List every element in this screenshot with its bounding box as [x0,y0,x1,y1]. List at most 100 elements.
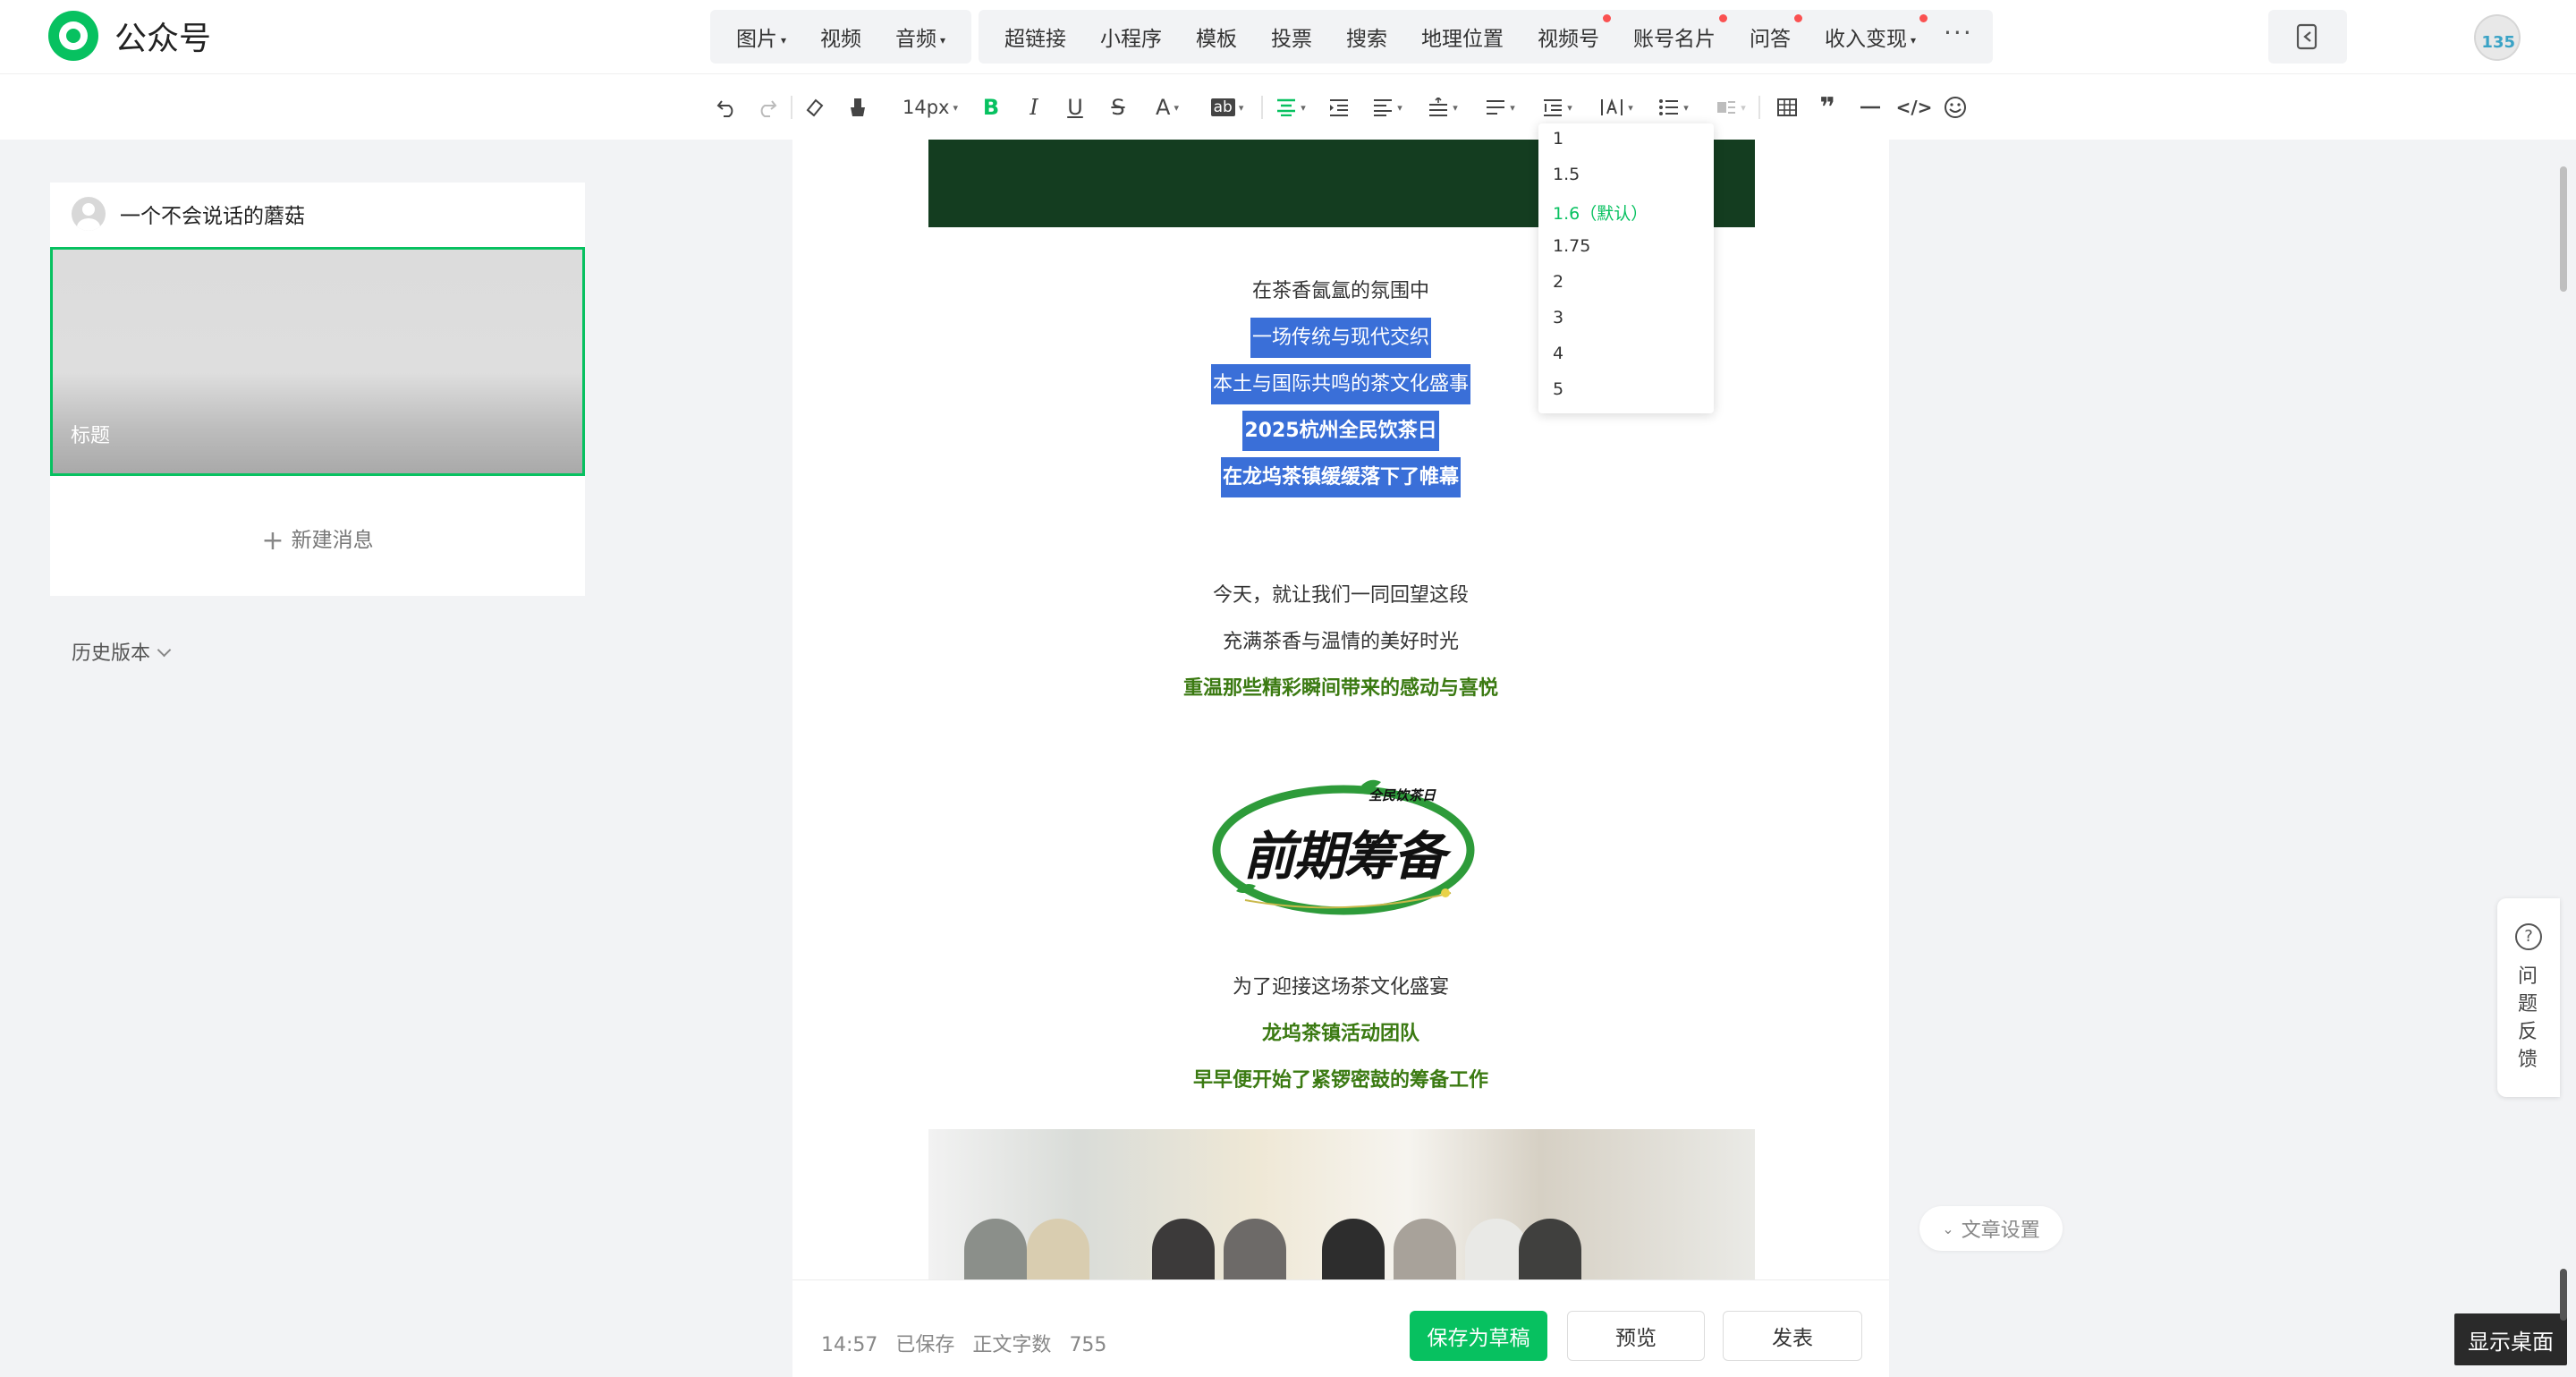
preview-button[interactable]: 预览 [1567,1311,1705,1361]
phone-preview-icon [2296,23,2318,50]
save-draft-button[interactable]: 保存为草稿 [1410,1311,1547,1361]
saved-label: 已保存 [895,1334,955,1356]
redo-icon[interactable] [751,90,782,124]
history-versions-toggle[interactable]: 历史版本 [72,637,172,666]
quote-icon[interactable]: ❞ [1812,90,1843,124]
font-color-button[interactable]: A ▾ [1147,90,1188,124]
paragraph-selected: 本土与国际共鸣的茶文化盛事 [792,364,1889,404]
paragraph-align-icon[interactable]: ▾ [1367,90,1408,124]
account-info: 一个不会说话的蘑菇 [72,197,305,231]
layout-icon[interactable]: ▾ [1710,90,1751,124]
media-insert-group: 图片 ▾ 视频 音频 ▾ [710,10,972,64]
code-icon[interactable]: </> [1896,90,1933,124]
article-list-panel: 一个不会说话的蘑菇 标题 + 新建消息 [50,183,585,596]
line-height-dropdown: 1 1.5 1.6（默认） 1.75 2 3 4 5 [1538,123,1714,413]
paragraph-selected: 2025杭州全民饮茶日 [792,411,1889,451]
paragraph-highlight: 龙坞茶镇活动团队 [1261,1023,1419,1045]
insert-vote-button[interactable]: 投票 [1254,21,1329,52]
new-badge-dot [1719,14,1727,22]
paragraph-spacing-icon[interactable]: ▾ [1422,90,1463,124]
content-insert-group: 超链接 小程序 模板 投票 搜索 地理位置 视频号 账号名片 问答 收入变现 ▾ … [979,10,1993,64]
event-photo [928,1129,1755,1281]
line-height-option[interactable]: 2 [1553,272,1563,292]
insert-qa-button[interactable]: 问答 [1733,14,1808,52]
show-desktop-tooltip: 显示桌面 [2454,1313,2567,1365]
save-status: 14:57 已保存 正文字数 755 [821,1329,1124,1357]
insert-channels-button[interactable]: 视频号 [1521,14,1616,52]
insert-template-button[interactable]: 模板 [1179,21,1254,52]
more-icon[interactable]: ··· [1933,18,1984,56]
app-title: 公众号 [114,21,212,57]
new-badge-dot [1603,14,1611,22]
indent-icon[interactable] [1324,90,1354,124]
table-icon[interactable] [1771,90,1803,124]
format-painter-icon[interactable] [843,90,873,124]
line-height-option[interactable]: 3 [1553,308,1563,327]
account-avatar [72,197,106,231]
paragraph-selected: 一场传统与现代交织 [792,318,1889,358]
hero-subtitle: 全民饮茶日 [1368,787,1436,803]
letter-spacing-icon[interactable]: ▾ [1594,90,1639,124]
bold-button[interactable]: B [977,90,1005,124]
line-height-option[interactable]: 4 [1553,344,1563,363]
word-count: 755 [1069,1334,1107,1356]
line-height-option[interactable]: 5 [1553,379,1563,399]
format-toolbar: 14px ▾ B I U S A ▾ ab ▾ ▾ ▾ ▾ ▾ ▾ ▾ ▾ ▾ ❞ <… [0,73,2576,140]
article-settings-button[interactable]: ⌄ 文章设置 [1919,1206,2063,1251]
article-card-selected[interactable]: 标题 [50,247,585,476]
line-height-option[interactable]: 1.5 [1553,165,1580,184]
line-spacing-icon[interactable]: ▾ [1479,90,1521,124]
word-count-label: 正文字数 [972,1334,1052,1356]
insert-video-button[interactable]: 视频 [803,21,878,52]
line-height-icon[interactable]: ▾ [1537,90,1578,124]
insert-monetize-button[interactable]: 收入变现 ▾ [1808,14,1933,52]
insert-account-card-button[interactable]: 账号名片 [1616,14,1733,52]
feedback-button[interactable]: ? 问题反馈 [2497,898,2560,1097]
chevron-down-icon [157,642,172,658]
user-avatar[interactable]: 135 [2474,14,2521,61]
underline-button[interactable]: U [1061,90,1089,124]
side-panel-toggle-button[interactable] [2268,10,2347,64]
emoji-icon[interactable] [1939,90,1971,124]
paragraph: 今天，就让我们一同回望这段 [1212,584,1469,607]
new-badge-dot [1794,14,1802,22]
font-size-select[interactable]: 14px ▾ [894,90,966,124]
divider-icon[interactable] [1855,90,1885,124]
line-height-option[interactable]: 1.75 [1553,236,1590,256]
paragraph: 在茶香氤氲的氛围中 [1251,280,1429,302]
italic-button[interactable]: I [1020,90,1048,124]
background-color-button[interactable]: ab ▾ [1202,90,1252,124]
new-badge-dot [1919,14,1928,22]
insert-location-button[interactable]: 地理位置 [1404,21,1521,52]
section-heading-image: 前期筹备 全民饮茶日 [1209,775,1478,918]
undo-icon[interactable] [712,90,742,124]
save-time: 14:57 [821,1334,878,1356]
scrollbar-thumb[interactable] [2560,166,2567,292]
scrollbar-thumb[interactable] [2560,1269,2567,1321]
line-height-option[interactable]: 1 [1553,129,1563,149]
line-height-option-selected[interactable]: 1.6（默认） [1553,200,1648,225]
insert-search-button[interactable]: 搜索 [1329,21,1404,52]
bullet-list-icon[interactable]: ▾ [1653,90,1694,124]
wechat-logo-icon [48,11,98,61]
new-message-button[interactable]: + 新建消息 [50,523,585,557]
insert-audio-button[interactable]: 音频 ▾ [878,21,962,52]
align-center-icon[interactable]: ▾ [1270,90,1311,124]
plus-icon: + [261,525,284,557]
double-chevron-down-icon: ⌄ [1942,1220,1954,1237]
strikethrough-button[interactable]: S [1104,90,1132,124]
paragraph-highlight: 重温那些精彩瞬间带来的感动与喜悦 [1182,677,1498,700]
hero-title: 前期筹备 [1242,826,1445,887]
insert-image-button[interactable]: 图片 ▾ [719,21,803,52]
question-icon: ? [2515,923,2542,950]
clear-format-icon[interactable] [800,90,830,124]
article-card-title: 标题 [71,425,111,447]
insert-miniprogram-button[interactable]: 小程序 [1083,21,1179,52]
article-editor[interactable]: 在茶香氤氲的氛围中 一场传统与现代交织 本土与国际共鸣的茶文化盛事 2025杭州… [792,140,1889,1377]
paragraph-selected: 在龙坞茶镇缓缓落下了帷幕 [792,457,1889,497]
insert-link-button[interactable]: 超链接 [987,21,1083,52]
app-logo[interactable]: 公众号 [48,11,211,61]
bottom-action-bar: 14:57 已保存 正文字数 755 保存为草稿 预览 发表 [792,1279,1889,1377]
account-name: 一个不会说话的蘑菇 [120,205,305,228]
publish-button[interactable]: 发表 [1723,1311,1862,1361]
